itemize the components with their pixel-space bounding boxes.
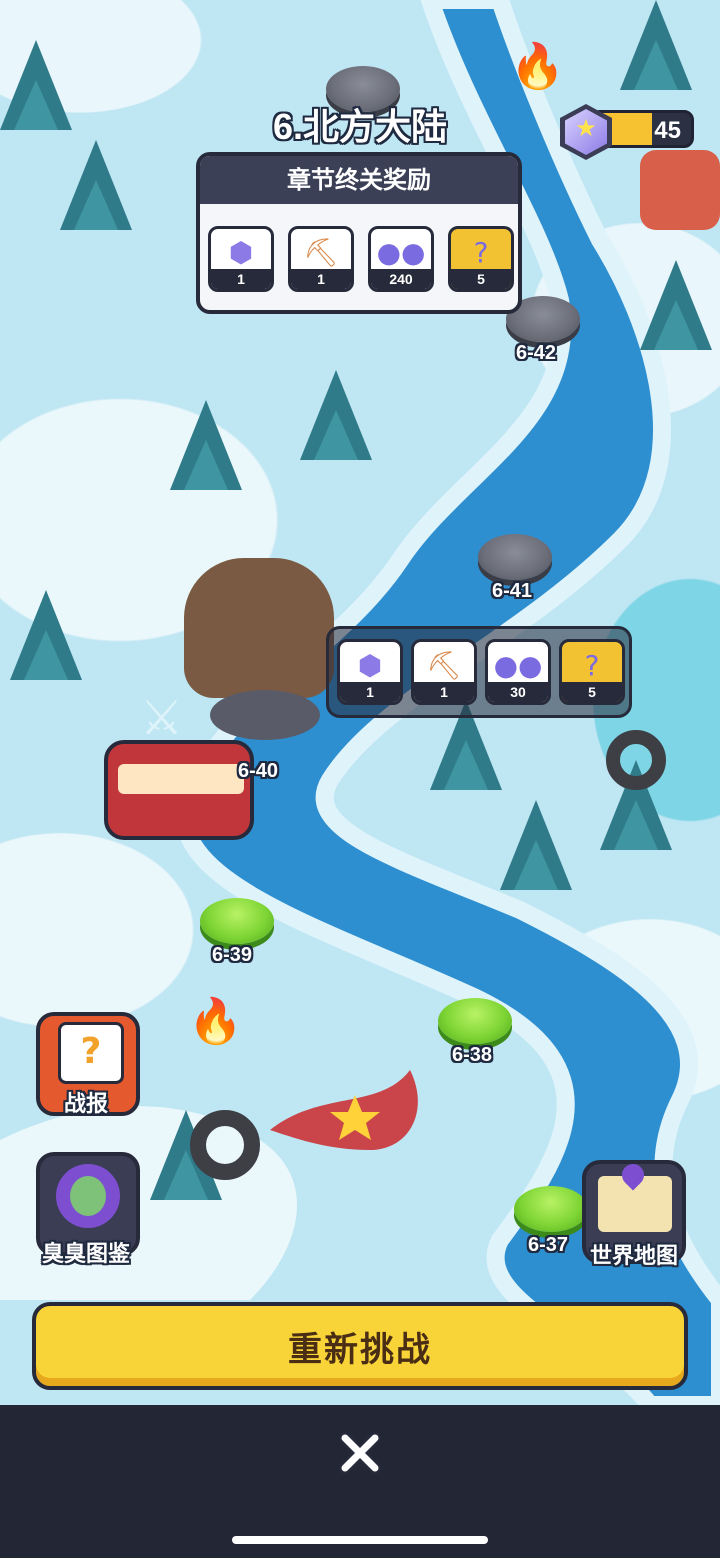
stage-label: 6-37 [528, 1234, 569, 1256]
question-clipboard-icon: ? [58, 1022, 124, 1084]
mystery-box-icon: ? [584, 649, 600, 682]
shovel-icon: ⛏ [426, 649, 462, 682]
pine-tree [620, 0, 692, 90]
reward-slot[interactable]: ●● 240 [368, 226, 434, 292]
boss-pedestal [210, 690, 320, 740]
reward-count: 1 [340, 682, 400, 702]
currency-counter: 45 ★ [560, 104, 696, 160]
star-gem-icon: ⬢ [357, 649, 383, 682]
reward-slot[interactable]: ? 5 [448, 226, 514, 292]
stage-label: 6-40 [238, 760, 279, 782]
shovel-icon: ⛏ [303, 236, 339, 269]
home-indicator[interactable] [232, 1536, 488, 1544]
reward-count: 30 [488, 682, 548, 702]
campfire-icon: 🔥 [188, 996, 243, 1047]
reward-count: 1 [291, 269, 351, 289]
stage-node-6-41[interactable] [478, 534, 552, 580]
battle-report-label: 战报 [63, 1092, 108, 1117]
reward-slot[interactable]: ●● 30 [485, 639, 551, 705]
zombie-face-icon [56, 1164, 120, 1228]
retry-challenge-label: 重新挑战 [288, 1330, 432, 1370]
campfire-icon: 🔥 [510, 41, 565, 92]
pine-tree [170, 400, 242, 490]
zombie-codex-label: 臭臭图鉴 [41, 1242, 130, 1267]
reward-slot[interactable]: ⛏ 1 [411, 639, 477, 705]
yeti-boss [184, 558, 334, 698]
stage-node-6-39[interactable] [200, 898, 274, 944]
stage-label: 6-41 [492, 580, 533, 602]
stage-label: 6-38 [452, 1044, 493, 1066]
purple-orbs-icon: ●● [376, 236, 426, 269]
chapter-reward-panel[interactable]: 章节终关奖励 ⬢ 1 ⛏ 1 ●● 240 ? 5 [196, 152, 522, 314]
stage-label: 6-39 [212, 944, 253, 966]
tire-icon [190, 1110, 260, 1180]
stage-reward-panel[interactable]: ⬢ 1 ⛏ 1 ●● 30 ? 5 [326, 626, 632, 718]
reward-slot[interactable]: ⬢ 1 [337, 639, 403, 705]
reward-slot[interactable]: ⬢ 1 [208, 226, 274, 292]
pine-tree [300, 370, 372, 460]
chapter-reward-header: 章节终关奖励 [200, 156, 518, 204]
retry-challenge-button[interactable]: 重新挑战 [32, 1302, 688, 1390]
close-icon[interactable] [335, 1428, 385, 1478]
reward-count: 1 [414, 682, 474, 702]
stage-node-6-37[interactable] [514, 1186, 588, 1232]
reward-count: 5 [562, 682, 622, 702]
purple-orbs-icon: ●● [493, 649, 543, 682]
reward-count: 1 [211, 269, 271, 289]
crossed-swords-icon: ⚔ [140, 690, 184, 746]
mystery-box-icon: ? [473, 236, 489, 269]
reward-slot[interactable]: ? 5 [559, 639, 625, 705]
tire-icon [606, 730, 666, 790]
pine-tree [640, 260, 712, 350]
reward-count: 5 [451, 269, 511, 289]
star-flag [270, 1070, 418, 1150]
currency-value: 45 [654, 117, 681, 144]
stage-label: 6-42 [516, 342, 557, 364]
pine-tree [500, 800, 572, 890]
reward-count: 240 [371, 269, 431, 289]
map-pin-icon [598, 1159, 672, 1232]
star-gem-icon: ⬢ [228, 236, 254, 269]
sos-rock [640, 150, 720, 230]
pine-tree [60, 140, 132, 230]
world-map-label: 世界地图 [589, 1244, 678, 1269]
reward-slot[interactable]: ⛏ 1 [288, 226, 354, 292]
pine-tree [10, 590, 82, 680]
stage-node-6-38[interactable] [438, 998, 512, 1044]
player-van [104, 740, 254, 840]
